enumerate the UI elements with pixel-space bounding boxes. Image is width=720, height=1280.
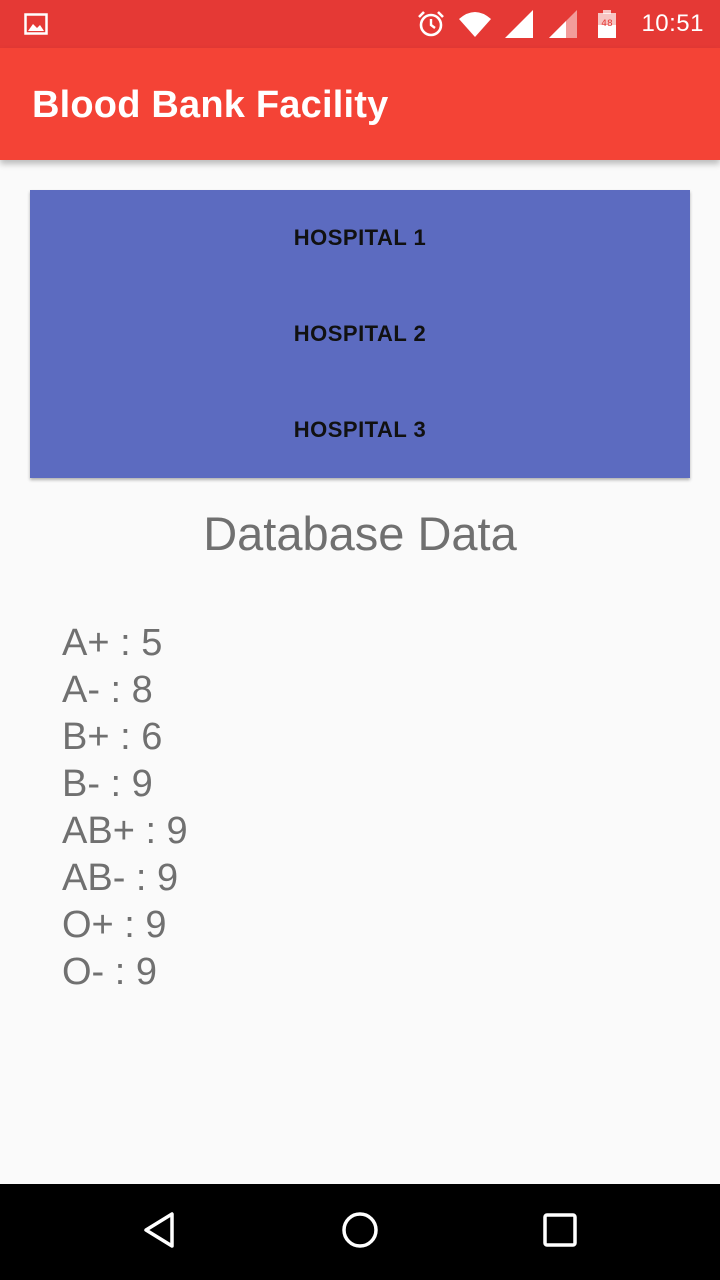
status-clock: 10:51	[641, 10, 704, 37]
blood-group-entry: A+ : 5	[62, 622, 163, 664]
battery-icon: 48	[591, 8, 623, 40]
status-bar: 48 10:51	[0, 0, 720, 48]
blood-group-entry: O+ : 9	[62, 904, 167, 946]
blood-group-list: A+ : 5 A- : 8 B+ : 6 B- : 9 AB+ : 9 AB- …	[62, 620, 188, 996]
app-title: Blood Bank Facility	[32, 84, 389, 126]
recents-icon	[540, 1210, 580, 1255]
app-bar: Blood Bank Facility	[0, 48, 720, 160]
blood-group-entry: A- : 8	[62, 669, 153, 711]
image-notification-icon	[24, 12, 48, 36]
hospital-2-button[interactable]: HOSPITAL 2	[30, 286, 690, 382]
signal-icon	[503, 8, 535, 40]
alarm-icon	[415, 8, 447, 40]
home-button[interactable]	[336, 1208, 384, 1256]
navigation-bar	[0, 1184, 720, 1280]
blood-group-entry: B+ : 6	[62, 716, 163, 758]
app-screen: 48 10:51 Blood Bank Facility HOSPITAL 1 …	[0, 0, 720, 1280]
back-button[interactable]	[136, 1208, 184, 1256]
blood-group-entry: O- : 9	[62, 951, 158, 993]
database-title: Database Data	[203, 507, 517, 560]
signal-icon	[547, 8, 579, 40]
blood-group-entry: AB+ : 9	[62, 810, 188, 852]
battery-level: 48	[602, 19, 614, 29]
hospital-list: HOSPITAL 1 HOSPITAL 2 HOSPITAL 3	[30, 190, 690, 478]
status-icons: 48 10:51	[403, 0, 704, 48]
wifi-icon	[459, 8, 492, 40]
back-icon	[140, 1210, 180, 1255]
blood-group-entry: B- : 9	[62, 763, 153, 805]
recents-button[interactable]	[536, 1208, 584, 1256]
blood-group-entry: AB- : 9	[62, 857, 179, 899]
hospital-3-button[interactable]: HOSPITAL 3	[30, 382, 690, 478]
hospital-1-button[interactable]: HOSPITAL 1	[30, 190, 690, 286]
home-icon	[340, 1210, 380, 1255]
